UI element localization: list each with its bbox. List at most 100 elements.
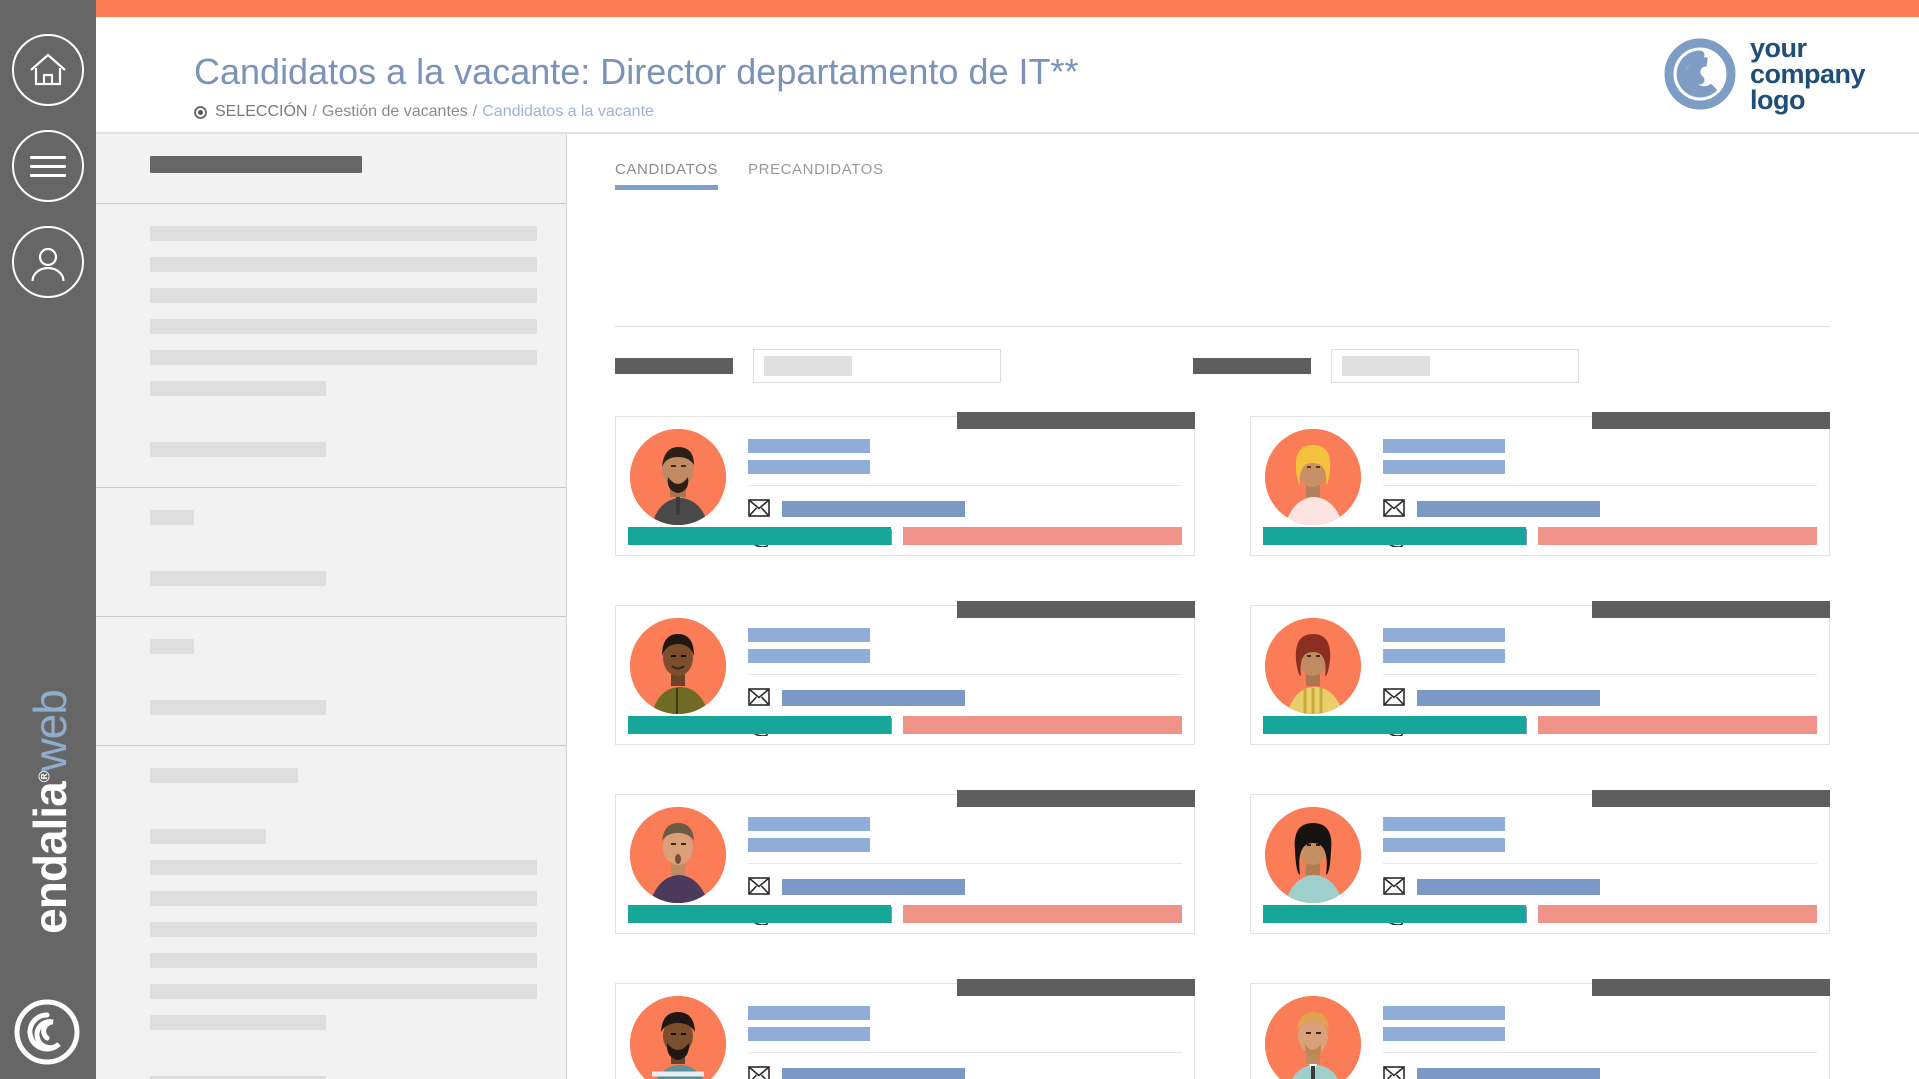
candidate-email-row[interactable] [748, 499, 1182, 519]
candidate-card-body [1251, 984, 1829, 1079]
candidate-actions [628, 716, 1182, 734]
company-logo-line-1: your [1749, 33, 1807, 63]
candidate-email-row[interactable] [1383, 1066, 1817, 1079]
candidate-email-row[interactable] [748, 877, 1182, 897]
candidate-card[interactable] [615, 790, 1195, 934]
accept-candidate-button[interactable] [1263, 527, 1527, 545]
breadcrumb-current: Candidatos a la vacante [482, 103, 654, 120]
page-title: Candidatos a la vacante: Director depart… [194, 51, 1079, 92]
filter-field-placeholder[interactable] [150, 768, 298, 783]
candidate-name-line-1 [1383, 628, 1505, 642]
candidate-card-body [616, 417, 1194, 548]
filter-field-placeholder[interactable] [150, 860, 537, 875]
filter-field-placeholder[interactable] [150, 829, 266, 844]
candidate-fields [747, 429, 1194, 548]
endalia-brand: endalia®web [0, 635, 96, 1065]
envelope-icon [748, 499, 770, 519]
filter-field-placeholder[interactable] [150, 319, 537, 334]
filter-field-placeholder[interactable] [150, 984, 537, 999]
brand-endalia: endalia [24, 782, 76, 934]
envelope-icon [748, 1066, 770, 1079]
candidate-actions [628, 527, 1182, 545]
candidate-field-divider [1383, 1052, 1817, 1053]
filter-group-2 [1193, 349, 1579, 383]
tab-precandidatos[interactable]: PRECANDIDATOS [748, 161, 884, 190]
candidate-card-grid [615, 412, 1830, 1079]
company-logo-mark-icon [1664, 38, 1736, 110]
candidate-email-row[interactable] [1383, 688, 1817, 708]
breadcrumb-parent[interactable]: Gestión de vacantes [322, 103, 468, 121]
candidate-actions [628, 905, 1182, 923]
filter-field-placeholder[interactable] [150, 510, 194, 525]
avatar [1265, 618, 1361, 714]
filter-field-placeholder[interactable] [150, 381, 326, 396]
accept-candidate-button[interactable] [628, 905, 892, 923]
reject-candidate-button[interactable] [1538, 905, 1817, 923]
menu-icon[interactable] [12, 130, 84, 202]
candidate-email-value [1417, 690, 1600, 706]
filter-field-placeholder[interactable] [150, 571, 326, 586]
filter-field-placeholder[interactable] [150, 922, 537, 937]
accept-candidate-button[interactable] [1263, 905, 1527, 923]
candidate-card[interactable] [615, 412, 1195, 556]
filter-field-placeholder[interactable] [150, 639, 194, 654]
main-content: CANDIDATOS PRECANDIDATOS [567, 134, 1919, 1079]
candidate-field-divider [748, 1052, 1182, 1053]
filter-field-placeholder[interactable] [150, 891, 537, 906]
candidate-name-line-2 [748, 460, 870, 474]
candidate-name-line-1 [748, 439, 870, 453]
filter-group-1 [615, 349, 1001, 383]
candidate-card[interactable] [615, 601, 1195, 745]
company-logo-text: your company logo [1749, 33, 1866, 114]
filter-input-1[interactable] [753, 349, 1001, 383]
filter-field-placeholder[interactable] [150, 288, 537, 303]
candidate-card[interactable] [1250, 412, 1830, 556]
candidate-name-line-2 [1383, 1027, 1505, 1041]
accept-candidate-button[interactable] [1263, 716, 1527, 734]
candidate-fields [747, 618, 1194, 737]
filter-section-1 [96, 134, 566, 204]
reject-candidate-button[interactable] [1538, 527, 1817, 545]
candidate-card-body [1251, 606, 1829, 737]
filter-field-placeholder[interactable] [150, 350, 537, 365]
accept-candidate-button[interactable] [628, 716, 892, 734]
candidate-email-row[interactable] [1383, 877, 1817, 897]
endalia-brand-text: endalia®web [23, 612, 77, 1012]
filter-field-placeholder[interactable] [150, 442, 326, 457]
candidate-card[interactable] [615, 979, 1195, 1079]
filter-section-title[interactable] [150, 156, 362, 173]
filter-field-placeholder[interactable] [150, 257, 537, 272]
candidate-name-line-2 [1383, 460, 1505, 474]
candidate-email-row[interactable] [1383, 499, 1817, 519]
avatar [630, 618, 726, 714]
filter-field-placeholder[interactable] [150, 700, 326, 715]
candidate-name-line-2 [748, 838, 870, 852]
candidate-card[interactable] [1250, 790, 1830, 934]
filter-field-placeholder[interactable] [150, 226, 537, 241]
filter-field-placeholder[interactable] [150, 953, 537, 968]
candidate-card-body [616, 795, 1194, 926]
candidate-card[interactable] [1250, 979, 1830, 1079]
reject-candidate-button[interactable] [903, 905, 1182, 923]
accept-candidate-button[interactable] [628, 527, 892, 545]
user-icon[interactable] [12, 226, 84, 298]
reject-candidate-button[interactable] [1538, 716, 1817, 734]
reject-candidate-button[interactable] [903, 716, 1182, 734]
candidate-fields [1382, 618, 1829, 737]
filter-section-body [96, 746, 566, 1079]
breadcrumb-separator-1: / [312, 103, 317, 120]
home-icon[interactable] [12, 34, 84, 106]
tab-candidatos[interactable]: CANDIDATOS [615, 161, 718, 190]
candidate-card-body [616, 606, 1194, 737]
candidate-email-row[interactable] [748, 1066, 1182, 1079]
breadcrumb: SELECCIÓN / Gestión de vacantes / Candid… [194, 103, 654, 121]
candidate-email-value [782, 501, 965, 517]
page-header: Candidatos a la vacante: Director depart… [96, 17, 1919, 134]
filter-input-2[interactable] [1331, 349, 1579, 383]
reject-candidate-button[interactable] [903, 527, 1182, 545]
breadcrumb-root[interactable]: SELECCIÓN [215, 103, 307, 121]
candidate-email-row[interactable] [748, 688, 1182, 708]
candidate-card[interactable] [1250, 601, 1830, 745]
filter-field-placeholder[interactable] [150, 1015, 326, 1030]
filter-input-2-value [1342, 356, 1430, 376]
